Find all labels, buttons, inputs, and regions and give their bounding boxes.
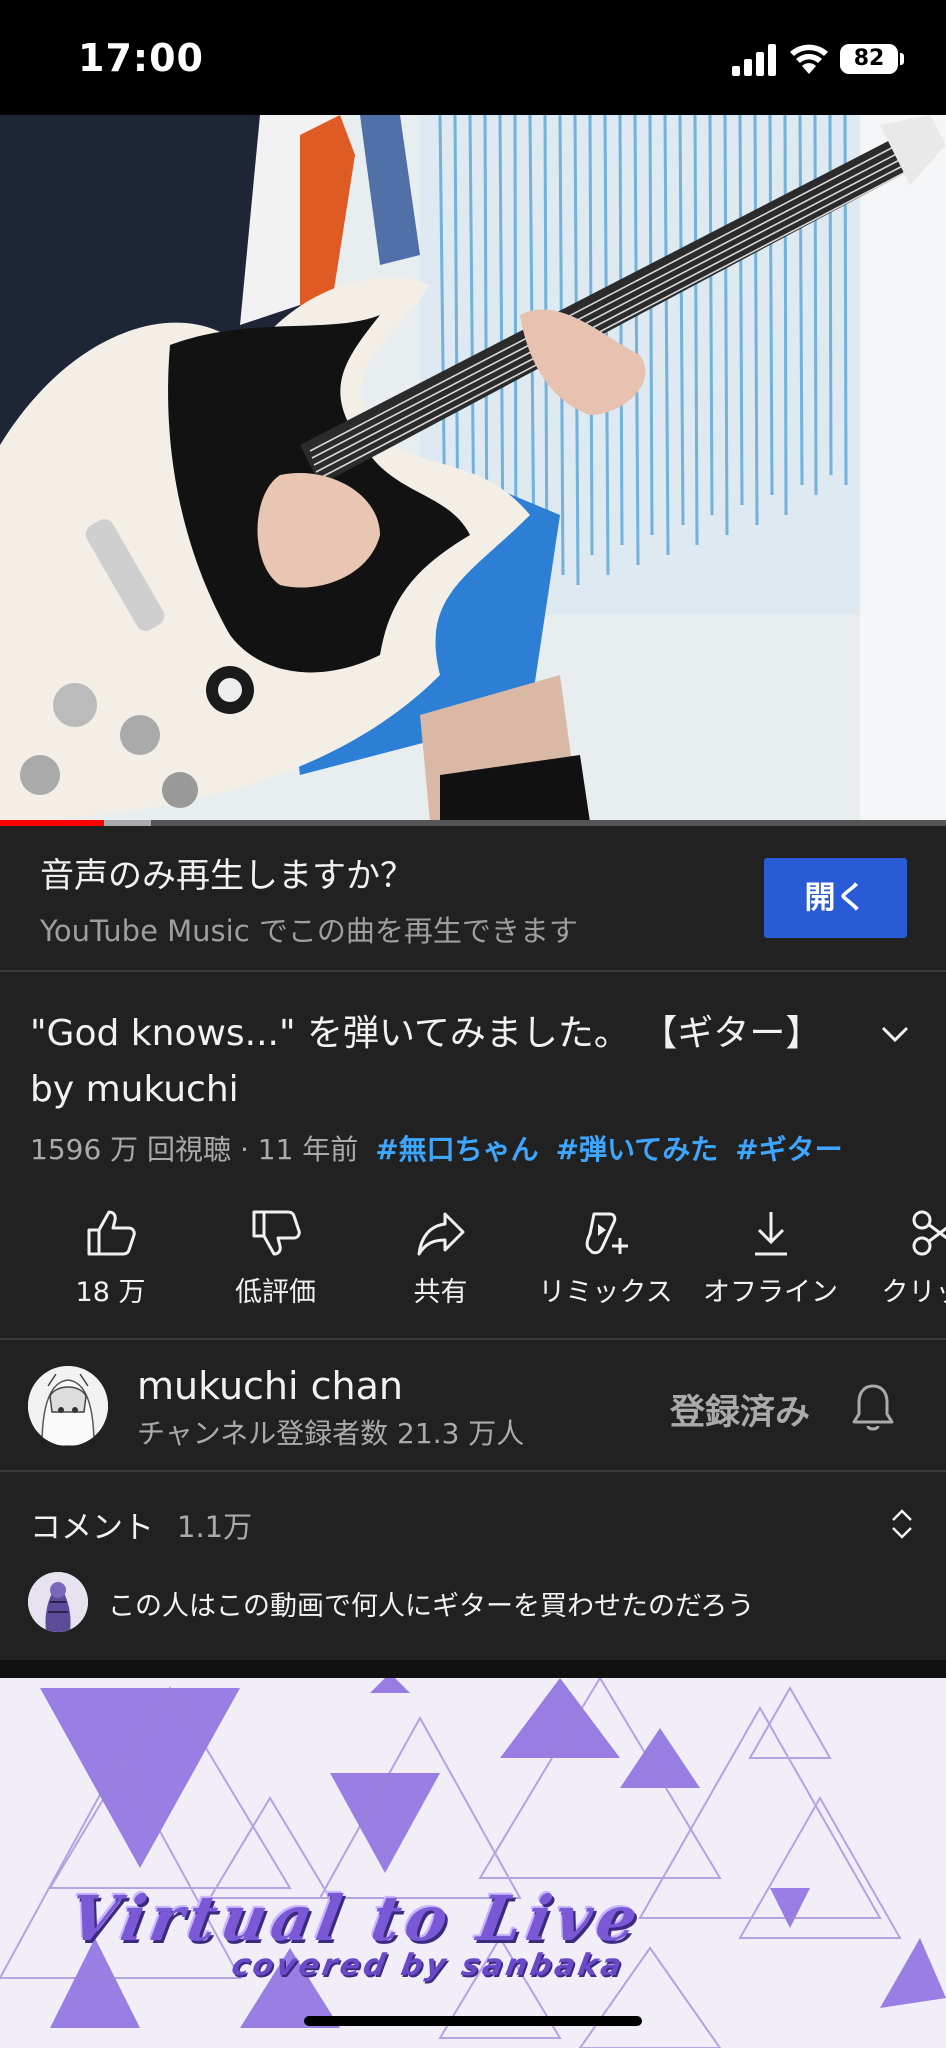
divider	[0, 1470, 946, 1472]
subscribed-button[interactable]: 登録済み	[670, 1384, 810, 1435]
status-bar: 17:00 82	[0, 0, 946, 115]
thumbs-down-icon	[252, 1210, 301, 1256]
channel-subscriber-count: チャンネル登録者数 21.3 万人	[137, 1417, 525, 1450]
divider	[0, 1338, 946, 1340]
like-count: 18 万	[75, 1277, 146, 1308]
bell-icon[interactable]	[851, 1382, 895, 1432]
dislike-button[interactable]: 低評価	[193, 1196, 358, 1316]
hashtag-link[interactable]: #無口ちゃん	[375, 1133, 538, 1166]
view-count: 1596 万 回視聴	[30, 1133, 232, 1166]
offline-download-button[interactable]: オフライン	[688, 1196, 853, 1316]
channel-name[interactable]: mukuchi chan	[137, 1364, 403, 1408]
hashtag-link[interactable]: #弾いてみた	[556, 1133, 719, 1166]
scissors-icon	[912, 1210, 946, 1256]
remix-label: リミックス	[538, 1277, 673, 1308]
top-comment[interactable]: この人はこの動画で何人にギターを買わせたのだろう	[108, 1584, 754, 1623]
upload-age: 11 年前	[257, 1133, 359, 1166]
channel-avatar[interactable]	[28, 1366, 108, 1446]
thumbs-up-icon	[87, 1210, 136, 1256]
offline-label: オフライン	[703, 1277, 838, 1308]
clip-label: クリップ	[881, 1277, 946, 1308]
comments-heading[interactable]: コメント	[30, 1502, 154, 1547]
video-frame-guitar	[0, 115, 946, 822]
share-icon	[417, 1212, 464, 1256]
battery-indicator: 82	[840, 44, 898, 74]
video-player[interactable]	[0, 115, 946, 822]
meta-separator: ·	[239, 1133, 258, 1166]
video-title[interactable]: "God knows..." を弾いてみました。 【ギター】 by mukuch…	[30, 1006, 870, 1118]
download-icon	[754, 1212, 787, 1256]
like-button[interactable]: 18 万	[28, 1196, 193, 1316]
music-prompt-banner: 音声のみ再生しますか？ YouTube Music でこの曲を再生できます 開く	[0, 826, 946, 972]
cellular-signal-icon	[732, 44, 776, 76]
music-prompt-title: 音声のみ再生しますか？	[40, 856, 414, 896]
share-button[interactable]: 共有	[358, 1196, 523, 1316]
avatar-illustration	[28, 1572, 88, 1632]
next-video-subtitle-art: covered by sanbaka	[228, 1948, 628, 1983]
avatar-illustration	[28, 1366, 108, 1446]
clip-button[interactable]: クリップ	[853, 1196, 946, 1316]
remix-icon	[585, 1212, 628, 1255]
comments-count: 1.1万	[177, 1510, 253, 1544]
next-video-thumbnail[interactable]	[0, 1678, 946, 2048]
action-bar: 18 万 低評価 共有 リミックス オフライン クリップ	[0, 1196, 946, 1316]
section-gap	[0, 1660, 946, 1678]
open-in-music-button[interactable]: 開く	[764, 858, 907, 938]
next-video-title-art: Virtual to Live	[63, 1882, 648, 1955]
commenter-avatar[interactable]	[28, 1572, 88, 1632]
home-indicator[interactable]	[304, 2016, 642, 2026]
remix-button[interactable]: リミックス	[523, 1196, 688, 1316]
status-time: 17:00	[78, 36, 204, 80]
music-prompt-subtitle: YouTube Music でこの曲を再生できます	[40, 914, 578, 948]
share-label: 共有	[413, 1277, 468, 1308]
dislike-label: 低評価	[235, 1277, 316, 1308]
battery-tip	[900, 53, 904, 65]
hashtag-link[interactable]: #ギター	[735, 1133, 842, 1166]
chevron-down-icon[interactable]	[875, 1016, 915, 1052]
wifi-icon	[790, 44, 828, 74]
video-meta: 1596 万 回視聴 · 11 年前 #無口ちゃん #弾いてみた #ギター	[30, 1128, 843, 1168]
thumbnail-triangle-pattern	[0, 1678, 946, 2048]
expand-collapse-icon[interactable]	[887, 1504, 917, 1544]
